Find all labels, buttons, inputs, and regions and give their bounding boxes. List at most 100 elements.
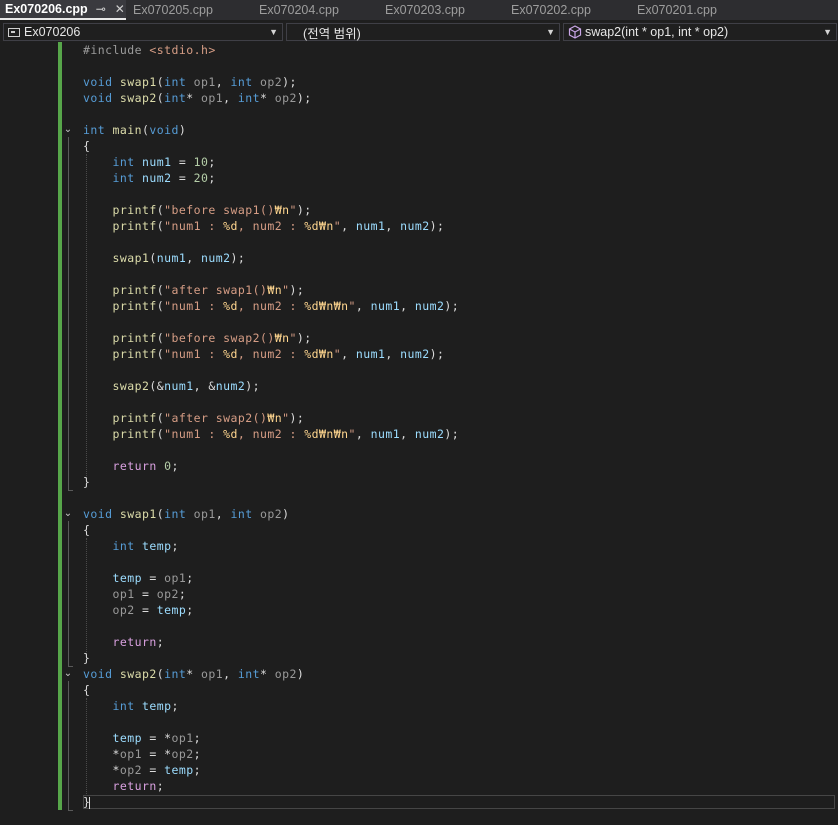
code-line[interactable]: printf("num1 : %d, num2 : %d₩n₩n", num1,… xyxy=(83,426,459,442)
code-line[interactable]: return; xyxy=(83,634,459,650)
code-token: op1 xyxy=(201,667,224,681)
code-token: return xyxy=(112,779,157,793)
code-line[interactable]: op2 = temp; xyxy=(83,602,459,618)
code-token: * xyxy=(186,91,201,105)
code-line[interactable]: ​ xyxy=(83,394,459,410)
tab-ex070205[interactable]: Ex070205.cpp xyxy=(126,0,252,20)
project-icon xyxy=(8,27,20,37)
code-token: void xyxy=(83,507,120,521)
code-line[interactable]: ​ xyxy=(83,186,459,202)
code-token: ); xyxy=(289,283,305,297)
code-line[interactable]: return 0; xyxy=(83,458,459,474)
tab-ex070204[interactable]: Ex070204.cpp xyxy=(252,0,378,20)
code-token: "after swap1() xyxy=(164,283,268,297)
code-line[interactable]: ​ xyxy=(83,314,459,330)
code-line[interactable]: printf("before swap1()₩n"); xyxy=(83,202,459,218)
code-line[interactable]: printf("num1 : %d, num2 : %d₩n", num1, n… xyxy=(83,218,459,234)
code-line[interactable]: ​ xyxy=(83,554,459,570)
code-token: int xyxy=(83,123,113,137)
collapse-swap2-icon[interactable]: ⌄ xyxy=(63,669,73,679)
code-line[interactable]: int temp; xyxy=(83,698,459,714)
code-line[interactable]: ​ xyxy=(83,490,459,506)
project-dropdown[interactable]: Ex070206 ▼ xyxy=(3,23,283,41)
code-line[interactable]: *op1 = *op2; xyxy=(83,746,459,762)
code-token: int xyxy=(230,507,260,521)
member-dropdown[interactable]: swap2(int * op1, int * op2) ▼ xyxy=(563,23,837,41)
code-line[interactable]: int main(void) xyxy=(83,122,459,138)
code-token: num1 xyxy=(355,219,386,233)
code-line[interactable]: void swap1(int op1, int op2) xyxy=(83,506,459,522)
code-token: num1 xyxy=(370,427,401,441)
tab-ex070203[interactable]: Ex070203.cpp xyxy=(378,0,504,20)
code-line[interactable]: printf("after swap1()₩n"); xyxy=(83,282,459,298)
scope-dropdown[interactable]: (전역 범위) ▼ xyxy=(286,23,560,41)
code-line[interactable]: void swap2(int* op1, int* op2) xyxy=(83,666,459,682)
code-line[interactable]: } xyxy=(83,794,459,810)
code-line[interactable]: swap1(num1, num2); xyxy=(83,250,459,266)
code-line[interactable]: ​ xyxy=(83,234,459,250)
code-line[interactable]: ​ xyxy=(83,442,459,458)
code-token: op1 xyxy=(164,571,187,585)
tab-ex070202[interactable]: Ex070202.cpp xyxy=(504,0,630,20)
code-line[interactable]: printf("before swap2()₩n"); xyxy=(83,330,459,346)
code-line[interactable]: *op2 = temp; xyxy=(83,762,459,778)
code-token: %d₩n xyxy=(304,219,334,233)
code-token: int xyxy=(164,667,187,681)
code-line[interactable]: #include <stdio.h> xyxy=(83,42,459,58)
code-line[interactable]: } xyxy=(83,474,459,490)
code-line[interactable]: { xyxy=(83,682,459,698)
code-line[interactable]: } xyxy=(83,650,459,666)
code-token: printf xyxy=(112,347,157,361)
code-line[interactable]: temp = *op1; xyxy=(83,730,459,746)
code-line[interactable]: void swap2(int* op1, int* op2); xyxy=(83,90,459,106)
code-token: main xyxy=(112,123,142,137)
code-token: int xyxy=(112,699,142,713)
code-line[interactable]: printf("num1 : %d, num2 : %d₩n", num1, n… xyxy=(83,346,459,362)
code-line[interactable]: ​ xyxy=(83,58,459,74)
tab-ex070206[interactable]: Ex070206.cpp ⊸ ✕ xyxy=(0,0,126,20)
code-token: num1 xyxy=(156,251,187,265)
code-token: , xyxy=(385,347,401,361)
code-token: swap2 xyxy=(119,91,157,105)
code-token: ; xyxy=(178,587,187,601)
code-token: num1 xyxy=(370,299,401,313)
code-line[interactable]: return; xyxy=(83,778,459,794)
code-line[interactable]: swap2(&num1, &num2); xyxy=(83,378,459,394)
code-line[interactable]: ​ xyxy=(83,106,459,122)
code-line[interactable]: ​ xyxy=(83,362,459,378)
tab-label: Ex070205.cpp xyxy=(133,3,213,17)
code-editor[interactable]: ⌄ ⌄ ⌄ #include <stdio.h>​void swap1(int … xyxy=(0,42,838,825)
code-token: return xyxy=(112,459,165,473)
pin-icon[interactable]: ⊸ xyxy=(96,2,106,16)
code-line[interactable]: { xyxy=(83,522,459,538)
code-line[interactable]: op1 = op2; xyxy=(83,586,459,602)
code-token: op2 xyxy=(274,91,297,105)
code-token: , xyxy=(215,507,231,521)
code-line[interactable]: printf("after swap2()₩n"); xyxy=(83,410,459,426)
close-icon[interactable]: ✕ xyxy=(115,2,125,16)
code-token: num2 xyxy=(215,379,246,393)
outline-line xyxy=(68,681,69,810)
code-line[interactable]: int temp; xyxy=(83,538,459,554)
code-token: = xyxy=(134,587,157,601)
tab-ex070201[interactable]: Ex070201.cpp xyxy=(630,0,756,20)
code-line[interactable]: { xyxy=(83,138,459,154)
code-line[interactable]: ​ xyxy=(83,714,459,730)
code-token: { xyxy=(83,523,91,537)
collapse-swap1-icon[interactable]: ⌄ xyxy=(63,509,73,519)
code-token: = * xyxy=(142,731,172,745)
code-line[interactable]: temp = op1; xyxy=(83,570,459,586)
code-token: ) xyxy=(178,123,187,137)
code-token: temp xyxy=(164,763,194,777)
code-token: int xyxy=(112,539,142,553)
code-line[interactable]: printf("num1 : %d, num2 : %d₩n₩n", num1,… xyxy=(83,298,459,314)
code-line[interactable]: ​ xyxy=(83,266,459,282)
code-line[interactable]: int num1 = 10; xyxy=(83,154,459,170)
code-line[interactable]: void swap1(int op1, int op2); xyxy=(83,74,459,90)
code-line[interactable]: int num2 = 20; xyxy=(83,170,459,186)
code-line[interactable]: ​ xyxy=(83,618,459,634)
collapse-main-icon[interactable]: ⌄ xyxy=(63,125,73,135)
code-token: void xyxy=(83,91,120,105)
